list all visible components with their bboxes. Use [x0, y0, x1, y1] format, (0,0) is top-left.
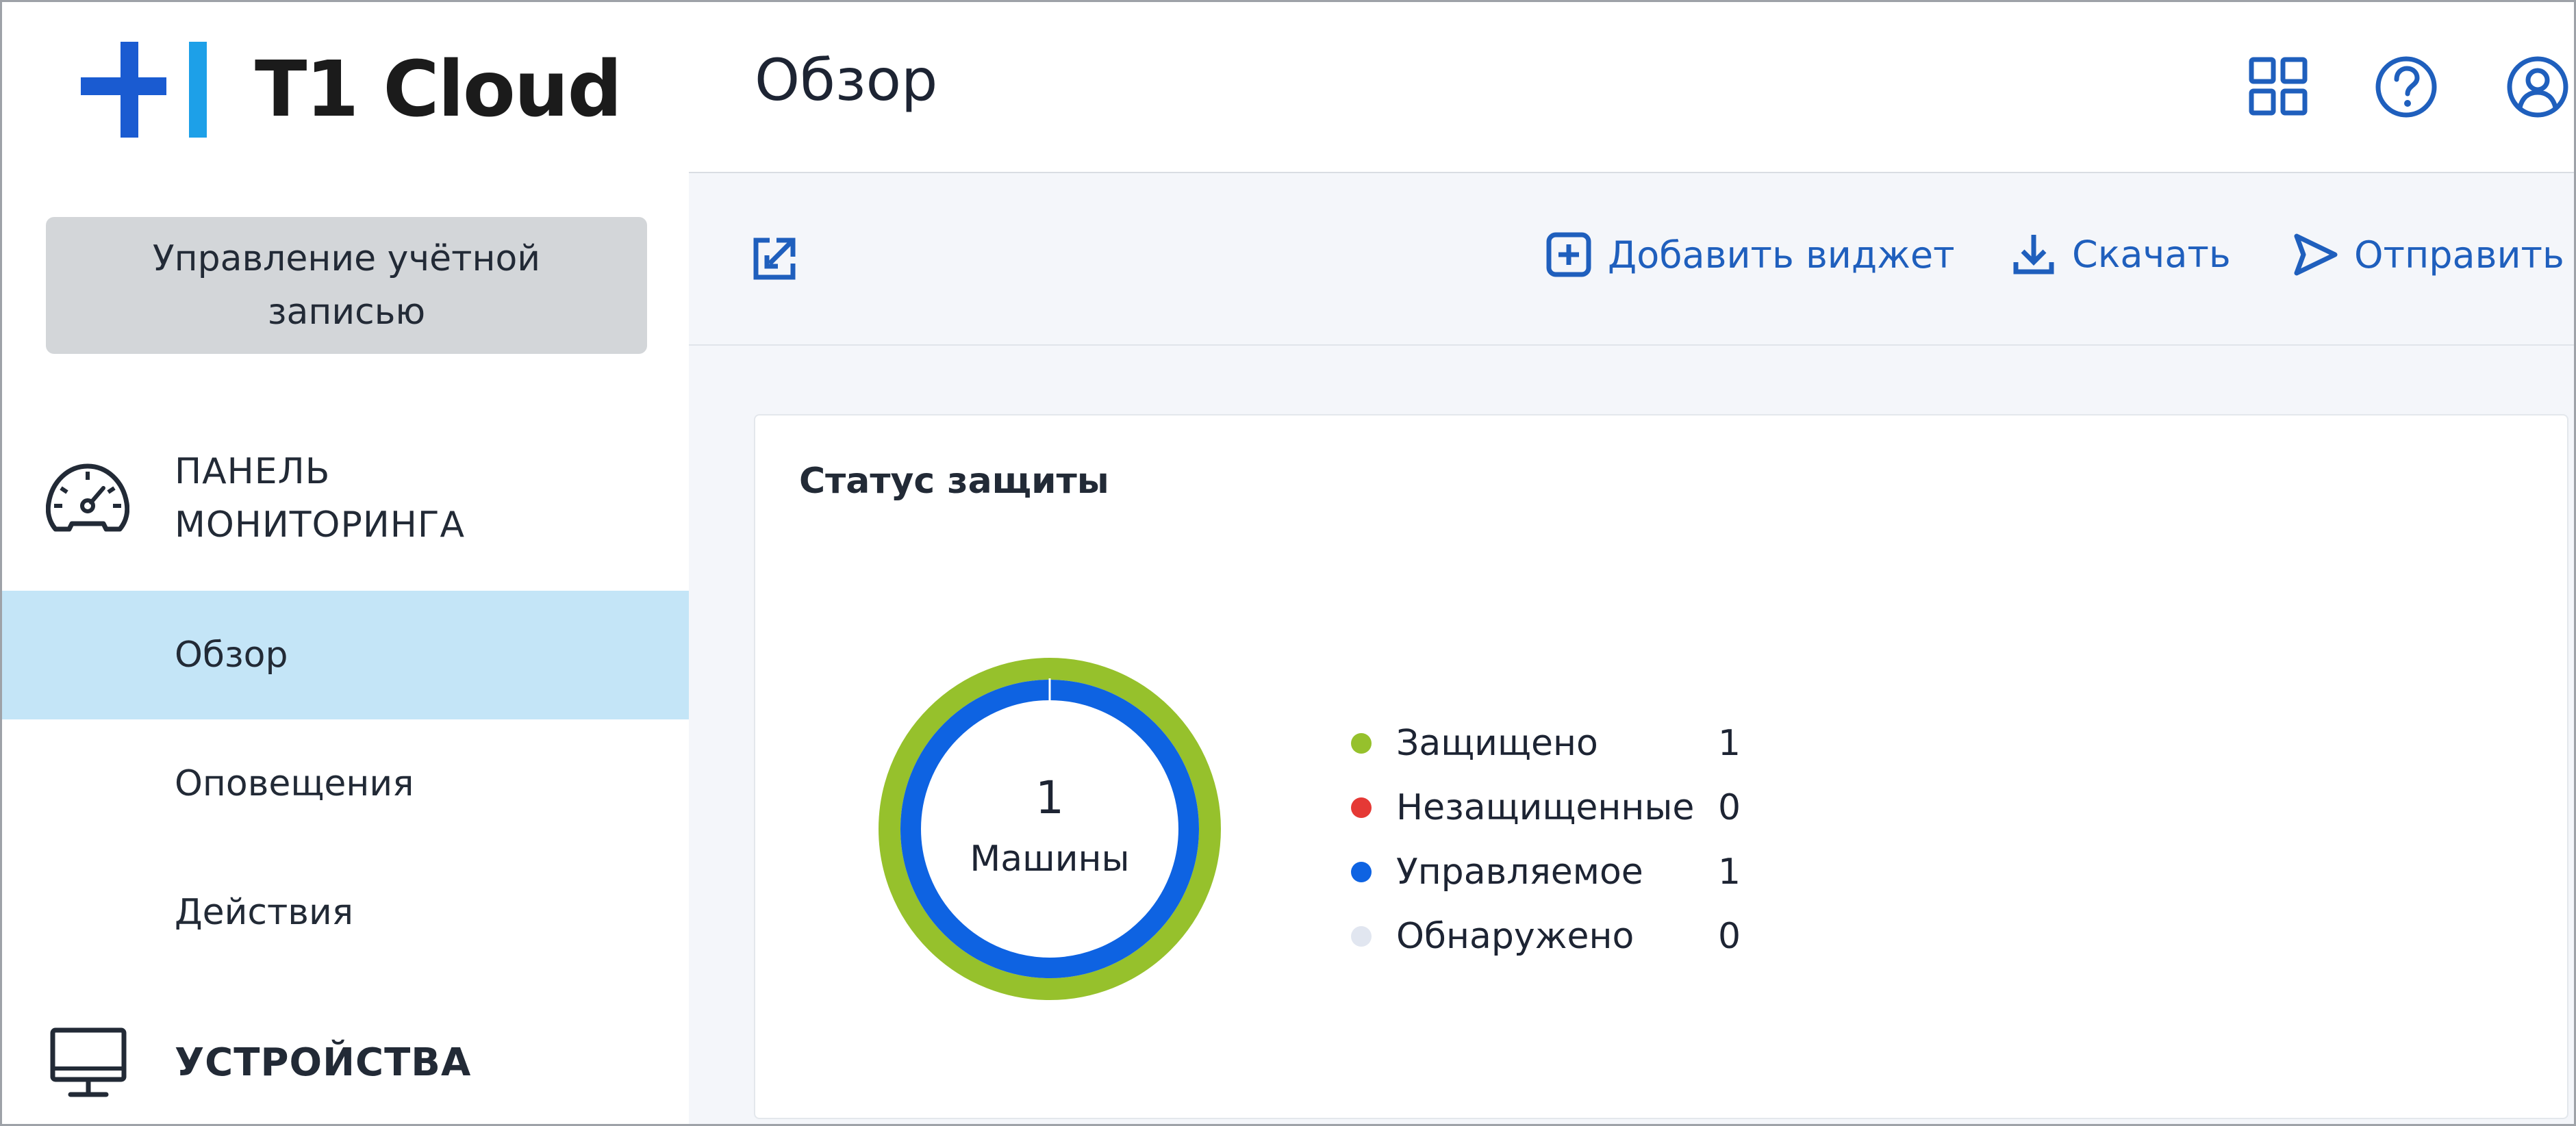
sidebar-item-alerts[interactable]: Оповещения: [2, 719, 689, 848]
help-icon[interactable]: [2375, 55, 2438, 118]
app-window: T1 Cloud Управление учётной записью ПАНЕ…: [0, 0, 2576, 1126]
dashboard-toolbar: Добавить виджет Скачать Отправить: [689, 173, 2574, 346]
legend-label: Управляемое: [1396, 852, 1643, 893]
legend-item-managed[interactable]: Управляемое 1: [1351, 840, 1759, 904]
monitor-icon: [50, 1027, 127, 1097]
donut-ring-managed: [900, 680, 1199, 978]
brand-logo[interactable]: T1 Cloud: [81, 42, 622, 138]
account-management-button[interactable]: Управление учётной записью: [46, 217, 647, 354]
user-icon[interactable]: [2506, 55, 2569, 118]
section-devices-label: УСТРОЙСТВА: [175, 1040, 472, 1085]
brand-name: T1 Cloud: [255, 45, 622, 134]
legend-item-discovered[interactable]: Обнаружено 0: [1351, 904, 1759, 969]
sidebar-item-actions[interactable]: Действия: [2, 848, 689, 977]
speedometer-icon: [46, 463, 129, 532]
sidebar-item-label: Оповещения: [175, 763, 414, 804]
donut-total-value: 1: [1035, 771, 1064, 824]
add-widget-label: Добавить виджет: [1608, 233, 1955, 277]
send-button[interactable]: Отправить: [2293, 232, 2564, 277]
legend-value: 0: [1718, 787, 1741, 828]
legend-value: 1: [1718, 852, 1741, 893]
download-button[interactable]: Скачать: [2012, 232, 2231, 276]
legend-dot: [1351, 797, 1372, 818]
download-label: Скачать: [2072, 232, 2231, 276]
donut-ring-protected: [879, 658, 1221, 1000]
legend-label: Незащищенные: [1396, 787, 1695, 828]
legend-item-protected[interactable]: Защищено 1: [1351, 711, 1759, 776]
legend-value: 0: [1718, 916, 1741, 957]
sidebar-item-label: Действия: [175, 892, 354, 933]
add-widget-button[interactable]: Добавить виджет: [1546, 232, 1955, 277]
sidebar: T1 Cloud Управление учётной записью ПАНЕ…: [2, 2, 689, 1124]
section-monitoring[interactable]: ПАНЕЛЬ МОНИТОРИНГА: [2, 440, 689, 556]
t1-cross-icon: [81, 42, 207, 138]
send-label: Отправить: [2354, 233, 2564, 277]
legend-label: Обнаружено: [1396, 916, 1634, 957]
legend-item-unprotected[interactable]: Незащищенные 0: [1351, 776, 1759, 840]
sidebar-item-label: Обзор: [175, 635, 288, 676]
section-monitoring-label: ПАНЕЛЬ МОНИТОРИНГА: [175, 451, 466, 546]
sidebar-item-overview[interactable]: Обзор: [2, 591, 689, 719]
legend-dot: [1351, 862, 1372, 882]
legend-label: Защищено: [1396, 723, 1598, 764]
protection-status-widget[interactable]: Статус защиты 1 Машины Защищено 1 Незащи…: [754, 414, 2568, 1119]
legend-value: 1: [1718, 723, 1741, 764]
expand-icon[interactable]: [752, 236, 797, 281]
add-box-icon: [1546, 232, 1591, 277]
page-title: Обзор: [755, 47, 938, 114]
legend-dot: [1351, 926, 1372, 947]
apps-grid-icon[interactable]: [2249, 57, 2308, 116]
widget-title: Статус защиты: [799, 461, 1109, 502]
chart-legend: Защищено 1 Незащищенные 0 Управляемое 1 …: [1351, 711, 1759, 969]
main-content: Добавить виджет Скачать Отправить Статус…: [689, 173, 2574, 1124]
send-icon: [2294, 233, 2338, 276]
donut-total-label: Машины: [970, 839, 1130, 880]
download-icon: [2013, 235, 2054, 274]
legend-dot: [1351, 733, 1372, 754]
top-header: Обзор: [689, 2, 2574, 173]
protection-donut-chart[interactable]: [879, 658, 1221, 1000]
section-devices[interactable]: УСТРОЙСТВА: [2, 1022, 689, 1104]
